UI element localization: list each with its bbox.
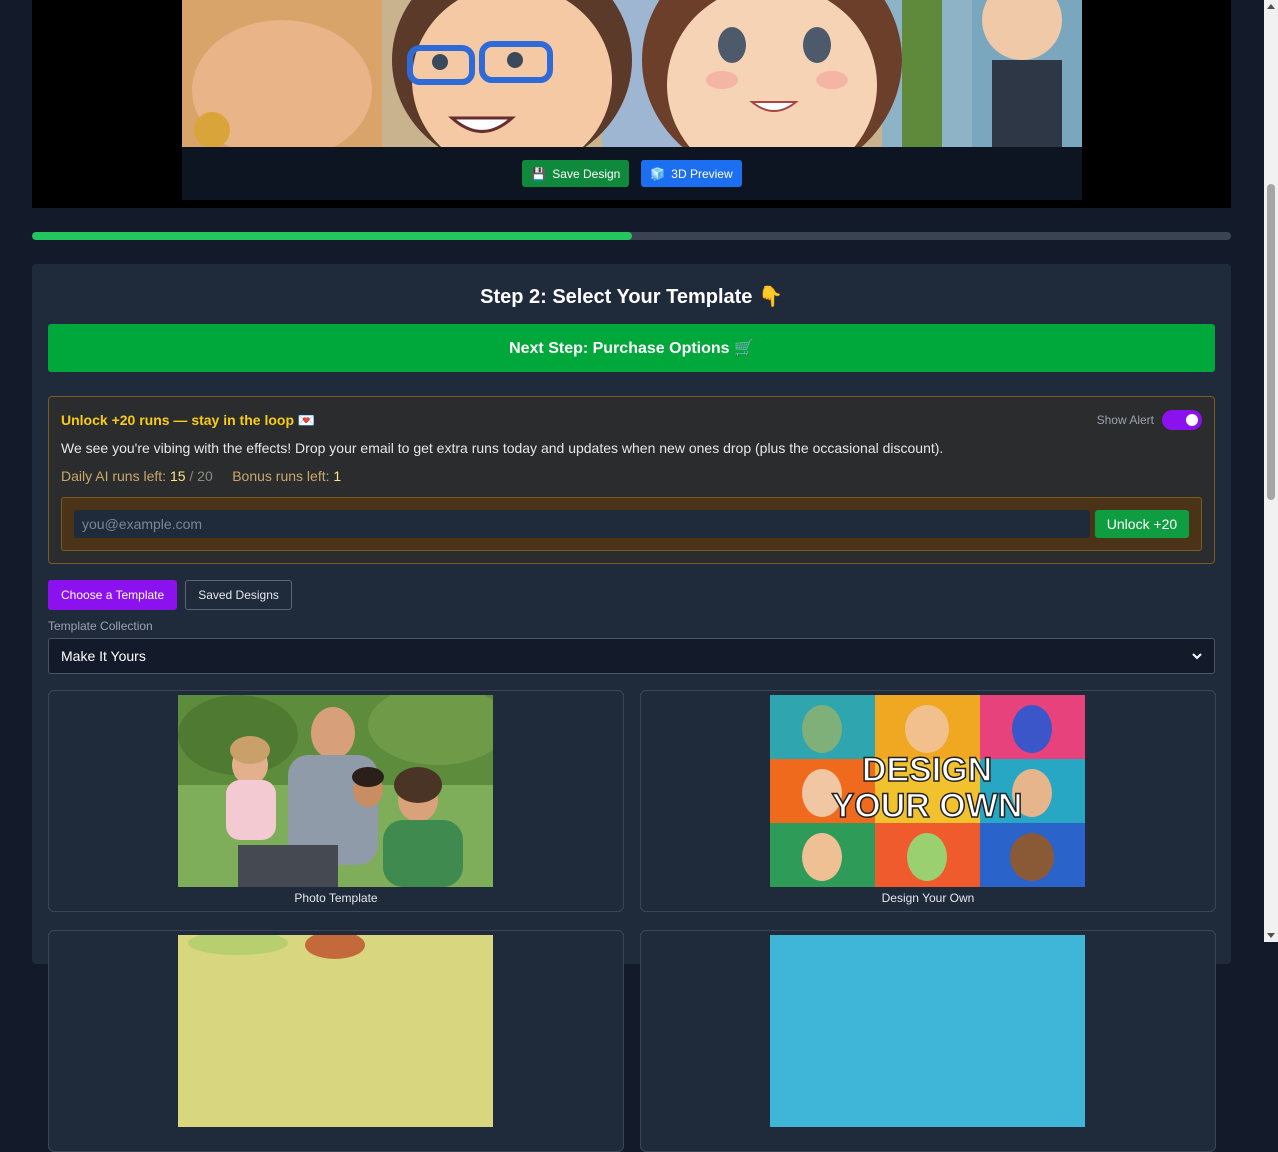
3d-preview-button[interactable]: 🧊 3D Preview xyxy=(641,160,742,187)
family-photo-thumbnail xyxy=(178,695,493,887)
alert-title: Unlock +20 runs — stay in the loop 💌 xyxy=(61,412,315,429)
unlock-runs-alert: Unlock +20 runs — stay in the loop 💌 Sho… xyxy=(48,396,1215,564)
preview-canvas: 💾 Save Design 🧊 3D Preview xyxy=(182,0,1082,200)
preview-actions: 💾 Save Design 🧊 3D Preview xyxy=(182,147,1082,200)
floppy-disk-icon: 💾 xyxy=(531,166,547,181)
next-step-label: Next Step: Purchase Options xyxy=(509,340,730,357)
show-alert-label: Show Alert xyxy=(1096,413,1154,427)
template-card-design-your-own[interactable]: DESIGN YOUR OWN Design Your Own xyxy=(640,690,1216,912)
step-progress-bar xyxy=(32,232,1231,240)
design-overlay-line1: DESIGN xyxy=(862,751,992,789)
design-preview: 💾 Save Design 🧊 3D Preview xyxy=(32,0,1231,208)
daily-runs-total: / 20 xyxy=(189,468,213,484)
scroll-up-arrow-icon[interactable] xyxy=(1267,4,1275,9)
daily-runs-left: 15 xyxy=(169,468,186,484)
3d-preview-label: 3D Preview xyxy=(671,166,733,181)
page-scrollbar[interactable] xyxy=(1264,0,1278,942)
alert-title-text: Unlock +20 runs — stay in the loop xyxy=(61,412,294,428)
love-letter-icon: 💌 xyxy=(297,412,316,428)
collection-selected-value: Make It Yours xyxy=(61,648,146,664)
design-your-own-thumbnail: DESIGN YOUR OWN xyxy=(770,695,1085,887)
chevron-down-icon xyxy=(1192,653,1202,660)
scrollbar-thumb[interactable] xyxy=(1267,184,1275,500)
show-alert-toggle[interactable] xyxy=(1162,410,1202,430)
anime-group-artwork xyxy=(182,0,1082,147)
bonus-runs-left: 1 xyxy=(333,468,342,484)
design-overlay-line2: YOUR OWN xyxy=(832,787,1023,825)
bonus-runs-label: Bonus runs left: xyxy=(232,468,330,484)
template-card-label: Photo Template xyxy=(294,891,378,905)
next-step-button[interactable]: Next Step: Purchase Options 🛒 xyxy=(48,324,1215,372)
runs-stats: Daily AI runs left: 15 / 20 Bonus runs l… xyxy=(61,468,341,484)
toggle-knob xyxy=(1186,414,1198,426)
scroll-down-arrow-icon[interactable] xyxy=(1267,933,1275,938)
partial-thumbnail xyxy=(178,935,493,1127)
cart-icon: 🛒 xyxy=(734,340,754,357)
alert-message: We see you're vibing with the effects! D… xyxy=(61,440,944,456)
tab-saved-designs[interactable]: Saved Designs xyxy=(185,580,292,610)
template-tabs: Choose a Template Saved Designs xyxy=(48,580,292,610)
step-progress-fill xyxy=(32,232,632,240)
unlock-runs-button[interactable]: Unlock +20 xyxy=(1095,510,1189,538)
partial-thumbnail xyxy=(770,935,1085,1127)
show-alert-control: Show Alert xyxy=(1097,410,1202,430)
step-title: Step 2: Select Your Template 👇 xyxy=(32,284,1231,309)
template-card-label: Design Your Own xyxy=(881,891,975,905)
template-collection-label: Template Collection xyxy=(48,619,153,633)
template-card-partial[interactable] xyxy=(48,930,624,1152)
save-design-button[interactable]: 💾 Save Design xyxy=(522,160,630,187)
step-title-text: Step 2: Select Your Template xyxy=(480,286,753,308)
pointing-down-icon: 👇 xyxy=(757,286,783,308)
daily-runs-label: Daily AI runs left: xyxy=(61,468,167,484)
email-signup-box: Unlock +20 xyxy=(61,497,1202,551)
email-input[interactable] xyxy=(74,510,1090,538)
template-card-partial[interactable] xyxy=(640,930,1216,1152)
cube-icon: 🧊 xyxy=(650,166,666,181)
template-card-photo[interactable]: Photo Template xyxy=(48,690,624,912)
tab-choose-template[interactable]: Choose a Template xyxy=(48,580,178,610)
template-step-panel: Step 2: Select Your Template 👇 Next Step… xyxy=(32,264,1231,1152)
template-collection-select[interactable]: Make It Yours xyxy=(48,638,1215,674)
save-design-label: Save Design xyxy=(552,166,621,181)
